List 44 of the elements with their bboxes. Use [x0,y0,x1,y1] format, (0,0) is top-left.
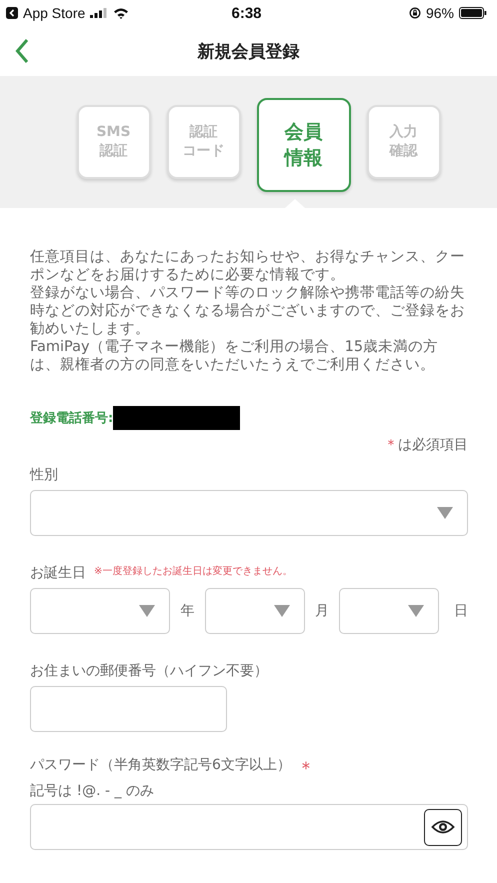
wifi-icon [113,7,130,19]
step-label: 会員 [284,120,322,145]
date-select[interactable] [30,588,170,634]
back-app-label[interactable]: App Store [23,5,86,21]
step-label: SMS [96,123,131,142]
birthday-note: ※一度登録したお誕生日は変更できません。 [94,564,292,578]
step-label: 認証 [100,142,128,161]
field-label: パスワード（半角英数字記号6文字以上） [30,756,291,774]
date-unit-label: 月 [314,602,330,620]
date-select[interactable] [339,588,439,634]
intro-text: 任意項目は、あなたにあったお知らせや、お得なチャンス、クーポンなどをお届けするために必要な情報です。 [30,248,466,284]
rotation-lock-icon [408,7,421,19]
intro-text: FamiPay（電子マネー機能）をご利用の場合、15歳未満の方は、親権者の方の同意をいただいたうえでご利用ください。 [30,338,440,374]
dropdown-caret-icon [437,507,453,519]
step-label: 情報 [284,146,322,171]
dropdown-caret-icon [274,605,290,617]
field-label: お住まいの郵便番号（ハイフン不要） [30,662,268,680]
step-label: 確認 [390,142,418,161]
status-time: 6:38 [231,4,262,22]
postal-code-field[interactable] [30,686,227,732]
signal-icon [90,8,108,18]
field-label: お誕生日 [30,564,86,582]
date-select[interactable] [204,588,305,634]
dropdown-caret-icon [139,605,156,617]
password-field[interactable] [30,804,468,850]
phone-label: 登録電話番号: [30,410,114,427]
page-title: 新規会員登録 [198,40,300,62]
eye-icon [431,819,455,835]
battery-icon [459,7,487,19]
field-label: 性別 [30,466,58,484]
step-label: コード [182,142,224,161]
step-label: 入力 [390,123,418,142]
gender-select[interactable] [30,490,468,536]
date-unit-label: 年 [180,602,196,620]
battery-percent: 96% [426,5,454,21]
password-hint: 記号は !@. - _ のみ [30,782,154,800]
show-password-button[interactable] [424,808,462,846]
required-note: ＊は必須項目 [384,436,468,454]
required-mark: ＊ [296,757,315,780]
date-unit-label: 日 [454,602,468,620]
intro-text: 登録がない場合、パスワード等のロック解除や携帯電話等の紛失時などの対応ができなくなる場合がございますので、ご登録をお勧めいたします。 [30,284,466,338]
back-icon[interactable] [15,38,29,64]
dropdown-caret-icon [408,605,424,617]
step-label: 認証 [190,123,218,142]
